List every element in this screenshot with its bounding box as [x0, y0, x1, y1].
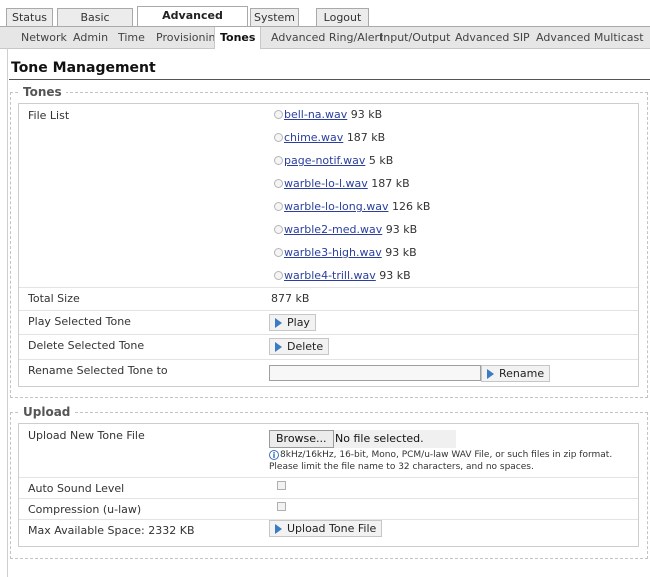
file-list-label: File List — [28, 109, 70, 122]
file-radio[interactable] — [274, 156, 283, 165]
upload-button-label: Upload Tone File — [287, 522, 377, 535]
play-arrow-icon — [275, 342, 282, 352]
page-title: Tone Management — [11, 60, 156, 76]
play-row: Play Selected Tone — [19, 310, 638, 335]
file-size: 93 kB — [379, 269, 411, 282]
file-size: 93 kB — [385, 246, 417, 259]
file-size: 187 kB — [371, 177, 410, 190]
play-arrow-icon — [275, 524, 282, 534]
play-arrow-icon — [487, 369, 494, 379]
upload-legend: Upload — [19, 405, 75, 419]
total-size-value: 877 kB — [271, 292, 310, 305]
subtab-network[interactable]: Network — [21, 27, 67, 48]
upload-hint: i 8kHz/16kHz, 16-bit, Mono, PCM/u-law WAV… — [269, 449, 612, 461]
subtab-time[interactable]: Time — [118, 27, 145, 48]
file-radio[interactable] — [274, 248, 283, 257]
title-divider — [9, 79, 650, 80]
total-size-label: Total Size — [28, 292, 80, 305]
file-size: 5 kB — [368, 154, 394, 167]
delete-button[interactable]: Delete — [269, 338, 330, 355]
file-size: 93 kB — [350, 108, 383, 121]
file-link[interactable]: warble3-high.wav — [284, 246, 382, 259]
file-radio[interactable] — [274, 110, 283, 119]
content-left-border — [7, 48, 8, 577]
subtab-provisioning[interactable]: Provisioning — [156, 27, 223, 48]
file-link[interactable]: warble4-trill.wav — [284, 269, 376, 282]
file-input[interactable]: Browse... No file selected. — [269, 430, 456, 448]
info-icon: i — [269, 450, 279, 460]
upload-hint-line2: Please limit the file name to 32 charact… — [269, 462, 534, 472]
file-size: 187 kB — [346, 131, 386, 144]
tab-advanced-settings[interactable]: Advanced Settings — [137, 6, 248, 39]
file-item: warble2-med.wav 93 kB — [274, 223, 417, 236]
file-item: warble-lo-l.wav 187 kB — [274, 177, 410, 190]
play-button-label: Play — [287, 316, 310, 329]
upload-hint-line1: 8kHz/16kHz, 16-bit, Mono, PCM/u-law WAV … — [280, 450, 613, 460]
rename-button-label: Rename — [499, 367, 545, 380]
delete-button-label: Delete — [287, 340, 324, 353]
file-radio[interactable] — [274, 225, 283, 234]
file-radio[interactable] — [274, 271, 283, 280]
play-arrow-icon — [275, 318, 282, 328]
compression-checkbox[interactable] — [277, 502, 286, 511]
subtab-input-output[interactable]: Input/Output — [380, 27, 450, 48]
file-size: 126 kB — [391, 200, 431, 213]
rename-input[interactable] — [269, 365, 481, 381]
file-radio[interactable] — [274, 133, 283, 142]
file-link[interactable]: page-notif.wav — [284, 154, 365, 167]
browse-button[interactable]: Browse... — [269, 430, 334, 448]
auto-sound-checkbox[interactable] — [277, 481, 286, 490]
delete-label: Delete Selected Tone — [28, 339, 145, 352]
file-item: chime.wav 187 kB — [274, 131, 385, 144]
file-item: warble-lo-long.wav 126 kB — [274, 200, 430, 213]
no-file-selected-text: No file selected. — [335, 432, 424, 445]
upload-tone-file-button[interactable]: Upload Tone File — [269, 520, 383, 537]
file-item: bell-na.wav 93 kB — [274, 108, 382, 121]
tones-legend: Tones — [19, 85, 66, 99]
subtab-advanced-ring-alert[interactable]: Advanced Ring/Alert — [271, 27, 383, 48]
tab-status[interactable]: Status — [6, 8, 53, 26]
file-radio[interactable] — [274, 202, 283, 211]
play-button[interactable]: Play — [269, 314, 316, 331]
file-link[interactable]: bell-na.wav — [284, 108, 347, 121]
subtab-advanced-multicast[interactable]: Advanced Multicast — [536, 27, 644, 48]
file-item: warble3-high.wav 93 kB — [274, 246, 417, 259]
file-item: page-notif.wav 5 kB — [274, 154, 393, 167]
subtab-advanced-sip[interactable]: Advanced SIP — [455, 27, 530, 48]
file-item: warble4-trill.wav 93 kB — [274, 269, 411, 282]
file-link[interactable]: warble-lo-l.wav — [284, 177, 368, 190]
auto-sound-label: Auto Sound Level — [28, 482, 125, 495]
tab-system[interactable]: System — [250, 8, 299, 26]
play-label: Play Selected Tone — [28, 315, 131, 328]
compression-label: Compression (u-law) — [28, 503, 142, 516]
total-size-row: Total Size 877 kB — [19, 287, 638, 311]
file-link[interactable]: warble2-med.wav — [284, 223, 382, 236]
rename-label: Rename Selected Tone to — [28, 364, 168, 377]
tab-logout[interactable]: Logout — [316, 8, 369, 26]
file-size: 93 kB — [385, 223, 418, 236]
compression-row: Compression (u-law) — [19, 498, 638, 520]
file-link[interactable]: warble-lo-long.wav — [284, 200, 388, 213]
auto-sound-row: Auto Sound Level — [19, 477, 638, 499]
upload-file-label: Upload New Tone File — [28, 429, 145, 442]
max-space-label: Max Available Space: 2332 KB — [28, 524, 195, 537]
file-link[interactable]: chime.wav — [284, 131, 343, 144]
subtab-tones[interactable]: Tones — [214, 27, 262, 49]
file-radio[interactable] — [274, 179, 283, 188]
sub-nav: Network Admin Time Provisioning Tones Ad… — [0, 27, 650, 49]
tab-basic-settings[interactable]: Basic Settings — [57, 8, 133, 41]
rename-button[interactable]: Rename — [481, 365, 551, 382]
subtab-admin[interactable]: Admin — [73, 27, 108, 48]
